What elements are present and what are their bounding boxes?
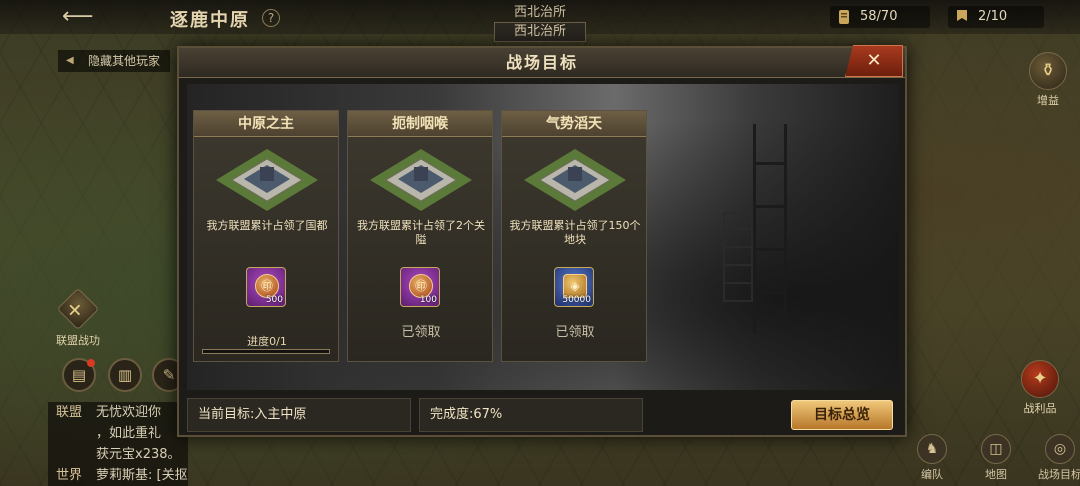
map-button[interactable]: ◫ 地图 (970, 434, 1022, 482)
chat-panel[interactable]: 联盟无忧欢迎你 ，如此重礼 获元宝x238。 世界萝莉斯基: [关抠鼻] (48, 402, 188, 486)
battlefield-goals-modal: 战场目标 ✕ 中原之主 我方联盟累计占领了国都 ㊞ 500 进度0/1 扼制咽喉… (177, 45, 907, 437)
crossed-swords-icon: ✕ (56, 287, 100, 331)
fortress-icon (370, 149, 472, 211)
chat-row: 世界萝莉斯基: [关抠鼻] (48, 465, 188, 486)
notification-dot (87, 359, 95, 367)
target-button[interactable]: ◎ 战场目标 (1034, 434, 1080, 482)
chat-channel: 联盟 (56, 405, 83, 420)
claimed-status: 已领取 (555, 325, 595, 340)
fortress-icon (524, 149, 626, 211)
bottom-toolbar: ♞ 编队 ◫ 地图 ◎ 战场目标 (906, 434, 1080, 482)
resource-value: 58/70 (860, 9, 898, 24)
close-button[interactable]: ✕ (845, 45, 903, 77)
goal-card-title: 气势滔天 (502, 111, 646, 137)
reward-item[interactable]: ㊞ 500 (246, 267, 286, 307)
gain-label: 增益 (1037, 94, 1059, 107)
resource-value: 2/10 (978, 9, 1008, 24)
chat-text: 萝莉斯基: [关抠鼻] (96, 468, 188, 483)
claimed-status: 已领取 (401, 325, 441, 340)
tool-label: 编队 (921, 468, 943, 481)
gain-icon: ⚱ (1029, 52, 1067, 90)
loot-label: 战利品 (1023, 402, 1057, 415)
goal-card[interactable]: 气势滔天 我方联盟累计占领了150个地块 ◈ 50000 已领取 (501, 110, 647, 362)
resource-scroll[interactable]: 58/70 (830, 6, 930, 28)
troops-button[interactable]: ♞ 编队 (906, 434, 958, 482)
goals-overview-button[interactable]: 目标总览 (791, 400, 893, 430)
goal-card-desc: 我方联盟累计占领了国都 (206, 219, 328, 232)
goal-card-desc: 我方联盟累计占领了150个地块 (509, 219, 641, 246)
alliance-war-label: 联盟战功 (56, 334, 100, 347)
chat-row: 联盟 无忧欢迎你 (48, 402, 188, 423)
goal-card[interactable]: 扼制咽喉 我方联盟累计占领了2个关隘 ㊞ 100 已领取 (347, 110, 493, 362)
banner-icon (957, 10, 967, 21)
reward-qty: 50000 (562, 295, 591, 305)
loot-icon: ✦ (1021, 360, 1059, 398)
current-goal: 当前目标:入主中原 (187, 398, 411, 432)
tool-label: 战场目标 (1038, 468, 1080, 481)
goal-card-title: 中原之主 (194, 111, 338, 137)
reward-item[interactable]: ◈ 50000 (554, 267, 594, 307)
target-icon: ◎ (1045, 434, 1075, 464)
gain-button[interactable]: ⚱ 增益 (1026, 52, 1070, 108)
siege-tower-image (753, 124, 787, 334)
chat-channel: 世界 (56, 468, 83, 483)
reward-item[interactable]: ㊞ 100 (400, 267, 440, 307)
goal-progress-bar (202, 349, 330, 354)
hide-others-toggle[interactable]: 隐藏其他玩家 (58, 50, 171, 72)
reward-qty: 100 (419, 295, 437, 305)
chat-row: ，如此重礼 (48, 423, 188, 444)
chat-row: 获元宝x238。 (48, 444, 188, 465)
tool-label: 地图 (985, 468, 1007, 481)
map-icon: ◫ (981, 434, 1011, 464)
modal-title: 战场目标 (179, 48, 905, 78)
reward-qty: 500 (265, 295, 283, 305)
scroll-list-icon[interactable]: ▥ (108, 358, 142, 392)
fortress-icon (216, 149, 318, 211)
chat-text: 获元宝x238。 (96, 447, 181, 462)
resource-banner[interactable]: 2/10 (948, 6, 1044, 28)
chat-text: ，如此重礼 (96, 426, 162, 441)
region-sub-tag: 西北治所 (494, 22, 586, 42)
troops-icon: ♞ (917, 434, 947, 464)
goal-progress-label: 进度0/1 (247, 335, 287, 348)
goal-card-desc: 我方联盟累计占领了2个关隘 (357, 219, 485, 246)
alliance-war-button[interactable]: ✕ 联盟战功 (48, 287, 108, 348)
goal-card[interactable]: 中原之主 我方联盟累计占领了国都 ㊞ 500 进度0/1 (193, 110, 339, 362)
completion-rate: 完成度:67% (419, 398, 643, 432)
siege-ladder-image (723, 212, 753, 302)
loot-button[interactable]: ✦ 战利品 (1018, 360, 1062, 416)
scroll-icon (839, 10, 849, 24)
chat-text: 无忧欢迎你 (96, 405, 162, 420)
goal-card-title: 扼制咽喉 (348, 111, 492, 137)
